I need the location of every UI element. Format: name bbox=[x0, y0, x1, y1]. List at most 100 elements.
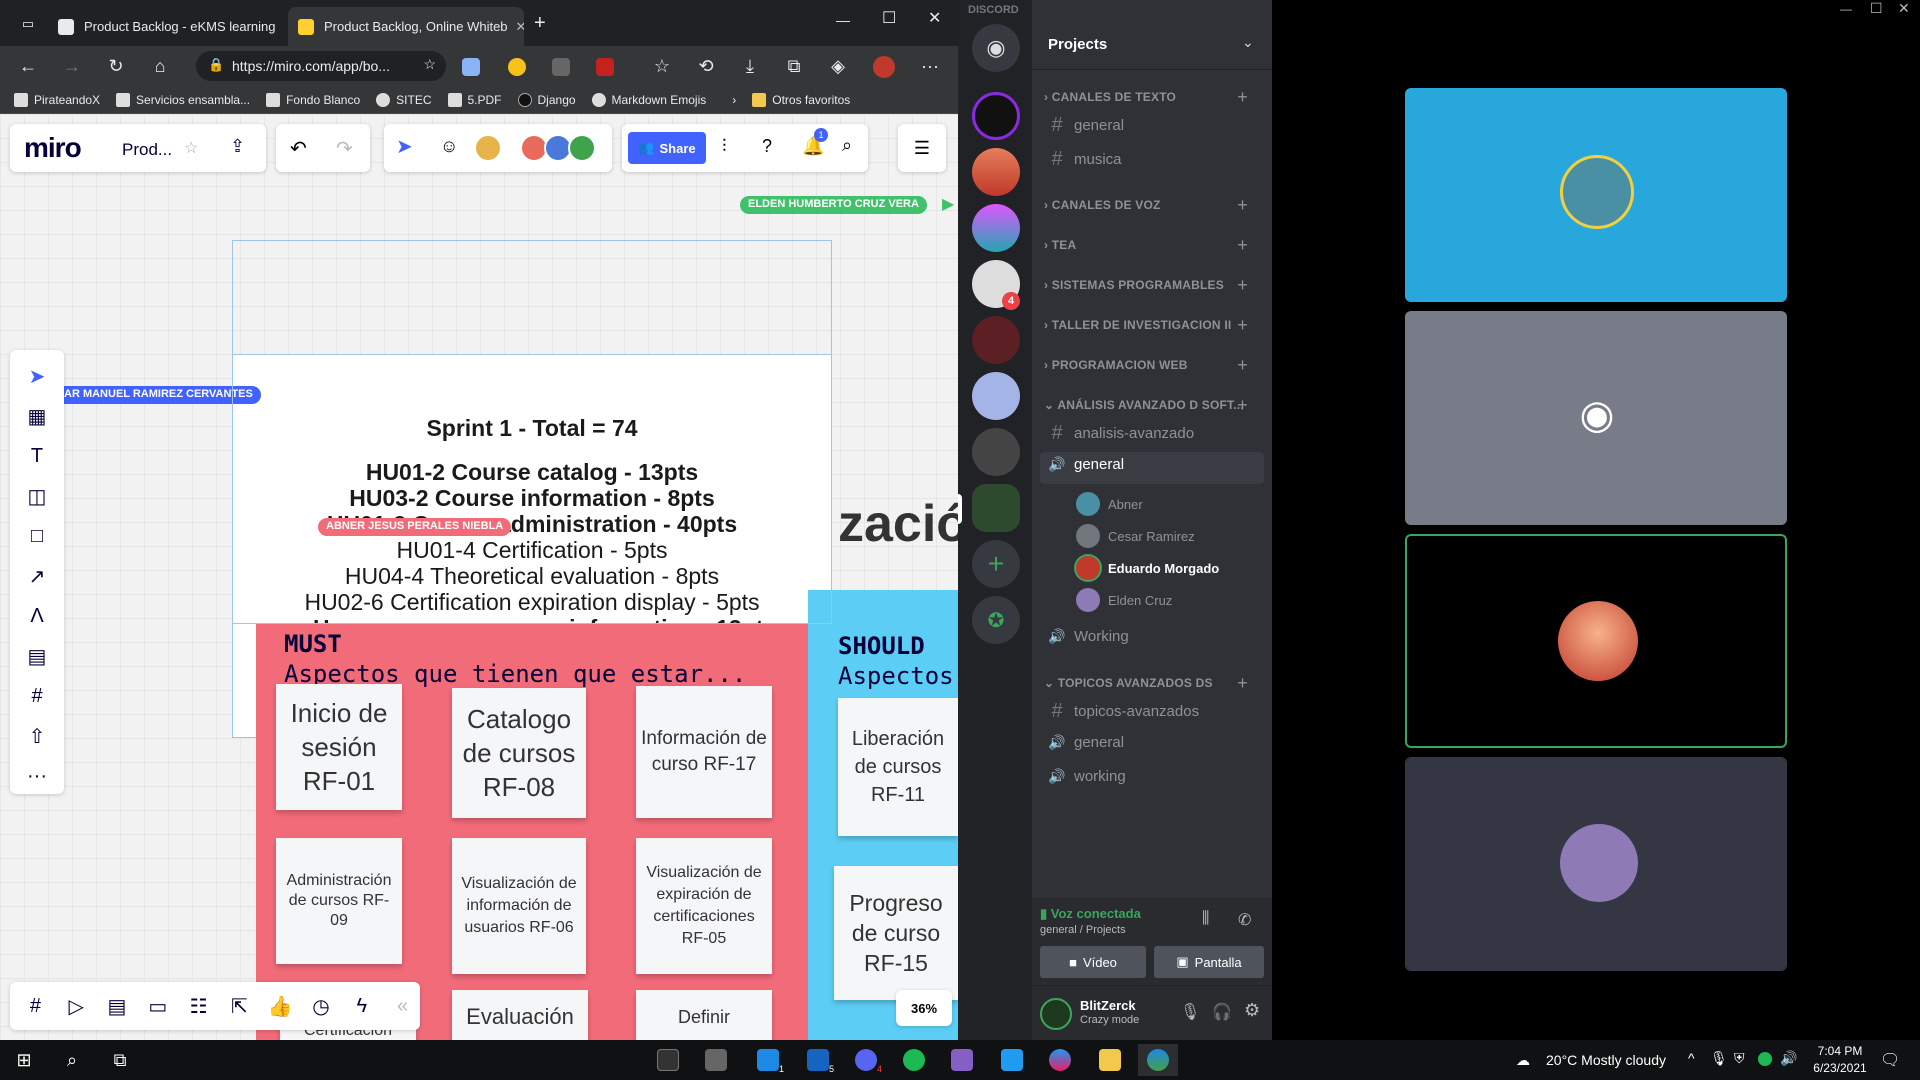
visual-studio-icon[interactable] bbox=[942, 1044, 982, 1076]
server-icon[interactable] bbox=[972, 148, 1020, 196]
zoom-level[interactable]: 36% bbox=[896, 990, 952, 1026]
windows-start-icon[interactable]: ⊞ bbox=[4, 1044, 44, 1076]
tab-ekms[interactable]: Product Backlog - eKMS learning ✕ bbox=[48, 7, 284, 46]
maximize-icon[interactable]: ☐ bbox=[882, 8, 896, 28]
close-icon[interactable]: ✕ bbox=[508, 19, 524, 35]
terminal-icon[interactable] bbox=[648, 1044, 688, 1076]
miro-canvas[interactable]: miro Prod... ☆ ⇪ ↶ ↷ ➤ ☺ 👥 Share ⫶ ? 🔔 1 … bbox=[0, 114, 958, 1040]
sticky-note[interactable]: Visualización de expiración de certifica… bbox=[636, 838, 772, 974]
reload-icon[interactable]: ↻ bbox=[102, 52, 130, 80]
video-tile-abner[interactable] bbox=[1405, 88, 1787, 302]
miro-logo[interactable]: miro bbox=[24, 132, 82, 164]
category-voice[interactable]: › CANALES DE VOZ + bbox=[1044, 195, 1254, 215]
add-server-icon[interactable]: + bbox=[972, 540, 1020, 588]
category-text[interactable]: › CANALES DE TEXTO + bbox=[1044, 87, 1254, 107]
bookmark-item[interactable]: SITEC bbox=[376, 92, 432, 107]
history-icon[interactable]: ⟲ bbox=[692, 52, 720, 80]
video-tile-eduardo[interactable] bbox=[1405, 534, 1787, 748]
share-button[interactable]: 👥 Share bbox=[628, 132, 706, 164]
comments-icon[interactable]: ▤ bbox=[100, 988, 135, 1024]
search-icon[interactable]: ⌕ bbox=[842, 135, 852, 156]
task-view-icon[interactable]: ⧉ bbox=[100, 1044, 140, 1076]
category-tea[interactable]: › TEA + bbox=[1044, 235, 1254, 255]
sticky-note-icon[interactable]: ◫ bbox=[19, 478, 55, 514]
close-icon[interactable]: ✕ bbox=[275, 19, 284, 35]
bookmark-item[interactable]: Markdown Emojis bbox=[591, 92, 706, 107]
tab-actions-icon[interactable]: ▭ bbox=[14, 10, 42, 38]
server-icon-active[interactable] bbox=[972, 484, 1020, 532]
server-icon[interactable] bbox=[972, 204, 1020, 252]
connector-icon[interactable]: ↗ bbox=[19, 558, 55, 594]
new-tab-icon[interactable]: + bbox=[534, 12, 546, 35]
add-channel-icon[interactable]: + bbox=[1237, 235, 1248, 256]
close-icon[interactable]: ✕ bbox=[1898, 0, 1910, 17]
frame-icon[interactable]: # bbox=[19, 678, 55, 714]
help-icon[interactable]: ? bbox=[762, 136, 772, 157]
channel-musica[interactable]: # musica bbox=[1048, 148, 1248, 171]
sticky-note[interactable]: Liberación de cursos RF-11 bbox=[838, 698, 958, 836]
comment-icon[interactable]: ▤ bbox=[19, 638, 55, 674]
collections-icon[interactable]: ⧉ bbox=[780, 52, 808, 80]
sticky-note[interactable]: Administración de cursos RF-09 bbox=[276, 838, 402, 964]
phone-link-icon[interactable]: 1 bbox=[748, 1044, 788, 1076]
cards-icon[interactable]: ▭ bbox=[140, 988, 175, 1024]
weather-text[interactable]: 20°C Mostly cloudy bbox=[1546, 1052, 1666, 1068]
other-bookmarks[interactable]: Otros favoritos bbox=[752, 92, 850, 107]
explore-compass-icon[interactable]: ✪ bbox=[972, 596, 1020, 644]
channel-topicos[interactable]: # topicos-avanzados bbox=[1048, 700, 1248, 723]
category-analisis[interactable]: ⌄ ANÁLISIS AVANZADO D SOFT... + bbox=[1044, 395, 1254, 415]
redo-icon[interactable]: ↷ bbox=[336, 136, 353, 161]
collapse-icon[interactable]: « bbox=[385, 988, 420, 1024]
channel-analisis-avanzado[interactable]: # analisis-avanzado bbox=[1048, 422, 1248, 445]
notifications-icon[interactable]: 🗨 bbox=[1880, 1050, 1900, 1070]
sticky-note[interactable]: Evaluación bbox=[452, 990, 588, 1040]
upload-icon[interactable]: ⇧ bbox=[19, 718, 55, 754]
minimize-icon[interactable]: — bbox=[836, 12, 850, 28]
reactions-icon[interactable]: ☺ bbox=[440, 136, 458, 157]
add-channel-icon[interactable]: + bbox=[1237, 395, 1248, 416]
settings-sliders-icon[interactable]: ⫶ bbox=[722, 136, 727, 157]
home-icon[interactable]: ⌂ bbox=[146, 52, 174, 80]
board-menu-icon[interactable]: ☰ bbox=[898, 124, 946, 172]
url-field[interactable]: 🔒 https://miro.com/app/bo... ☆ bbox=[196, 51, 446, 81]
server-icon[interactable] bbox=[972, 428, 1020, 476]
more-menu-icon[interactable]: ··· bbox=[916, 52, 944, 80]
undo-icon[interactable]: ↶ bbox=[290, 136, 307, 161]
bookmark-item[interactable]: Servicios ensambla... bbox=[116, 92, 250, 107]
add-channel-icon[interactable]: + bbox=[1237, 315, 1248, 336]
server-header[interactable]: Projects ⌄ bbox=[1032, 20, 1272, 70]
voice-location[interactable]: general / Projects bbox=[1040, 924, 1126, 936]
add-channel-icon[interactable]: + bbox=[1237, 87, 1248, 108]
sticky-note[interactable]: Inicio de sesión RF-01 bbox=[276, 684, 402, 810]
noise-suppression-icon[interactable]: ⫼ bbox=[1202, 910, 1209, 928]
user-avatar[interactable] bbox=[1040, 998, 1072, 1030]
bookmark-item[interactable]: 5.PDF bbox=[447, 92, 502, 107]
presentation-icon[interactable]: ▷ bbox=[59, 988, 94, 1024]
pen-icon[interactable]: Λ bbox=[19, 598, 55, 634]
headphones-icon[interactable]: 🎧 bbox=[1212, 1002, 1232, 1022]
messenger-icon[interactable] bbox=[1040, 1044, 1080, 1076]
file-explorer-icon[interactable] bbox=[1090, 1044, 1130, 1076]
profile-avatar[interactable] bbox=[873, 56, 895, 78]
voice-channel-working-2[interactable]: 🔊 working bbox=[1048, 768, 1248, 785]
voice-channel-general[interactable]: 🔊 general bbox=[1048, 456, 1248, 473]
microphone-tray-icon[interactable]: 🎙 bbox=[1710, 1050, 1728, 1067]
cursor-flag-icon[interactable]: ➤ bbox=[396, 134, 413, 159]
sticky-note[interactable]: Definir bbox=[636, 990, 772, 1040]
search-icon[interactable]: ⌕ bbox=[52, 1044, 92, 1076]
frames-icon[interactable]: # bbox=[18, 988, 53, 1024]
avatar[interactable] bbox=[474, 134, 502, 162]
sticky-note[interactable]: Progreso de curso RF-15 bbox=[834, 866, 958, 1000]
category-web[interactable]: › PROGRAMACION WEB + bbox=[1044, 355, 1254, 375]
tab-miro[interactable]: Product Backlog, Online Whiteb ✕ bbox=[288, 7, 524, 46]
forward-icon[interactable]: → bbox=[58, 52, 86, 80]
category-sistemas[interactable]: › SISTEMAS PROGRAMABLES + bbox=[1044, 275, 1254, 295]
shape-tool-icon[interactable]: □ bbox=[19, 518, 55, 554]
emoji-extension-icon[interactable] bbox=[508, 58, 526, 76]
board-title[interactable]: Prod... bbox=[122, 140, 172, 160]
templates-icon[interactable]: ▦ bbox=[19, 398, 55, 434]
spotify-icon[interactable] bbox=[894, 1044, 934, 1076]
add-channel-icon[interactable]: + bbox=[1237, 673, 1248, 694]
add-channel-icon[interactable]: + bbox=[1237, 195, 1248, 216]
video-tile-elden[interactable] bbox=[1405, 757, 1787, 971]
